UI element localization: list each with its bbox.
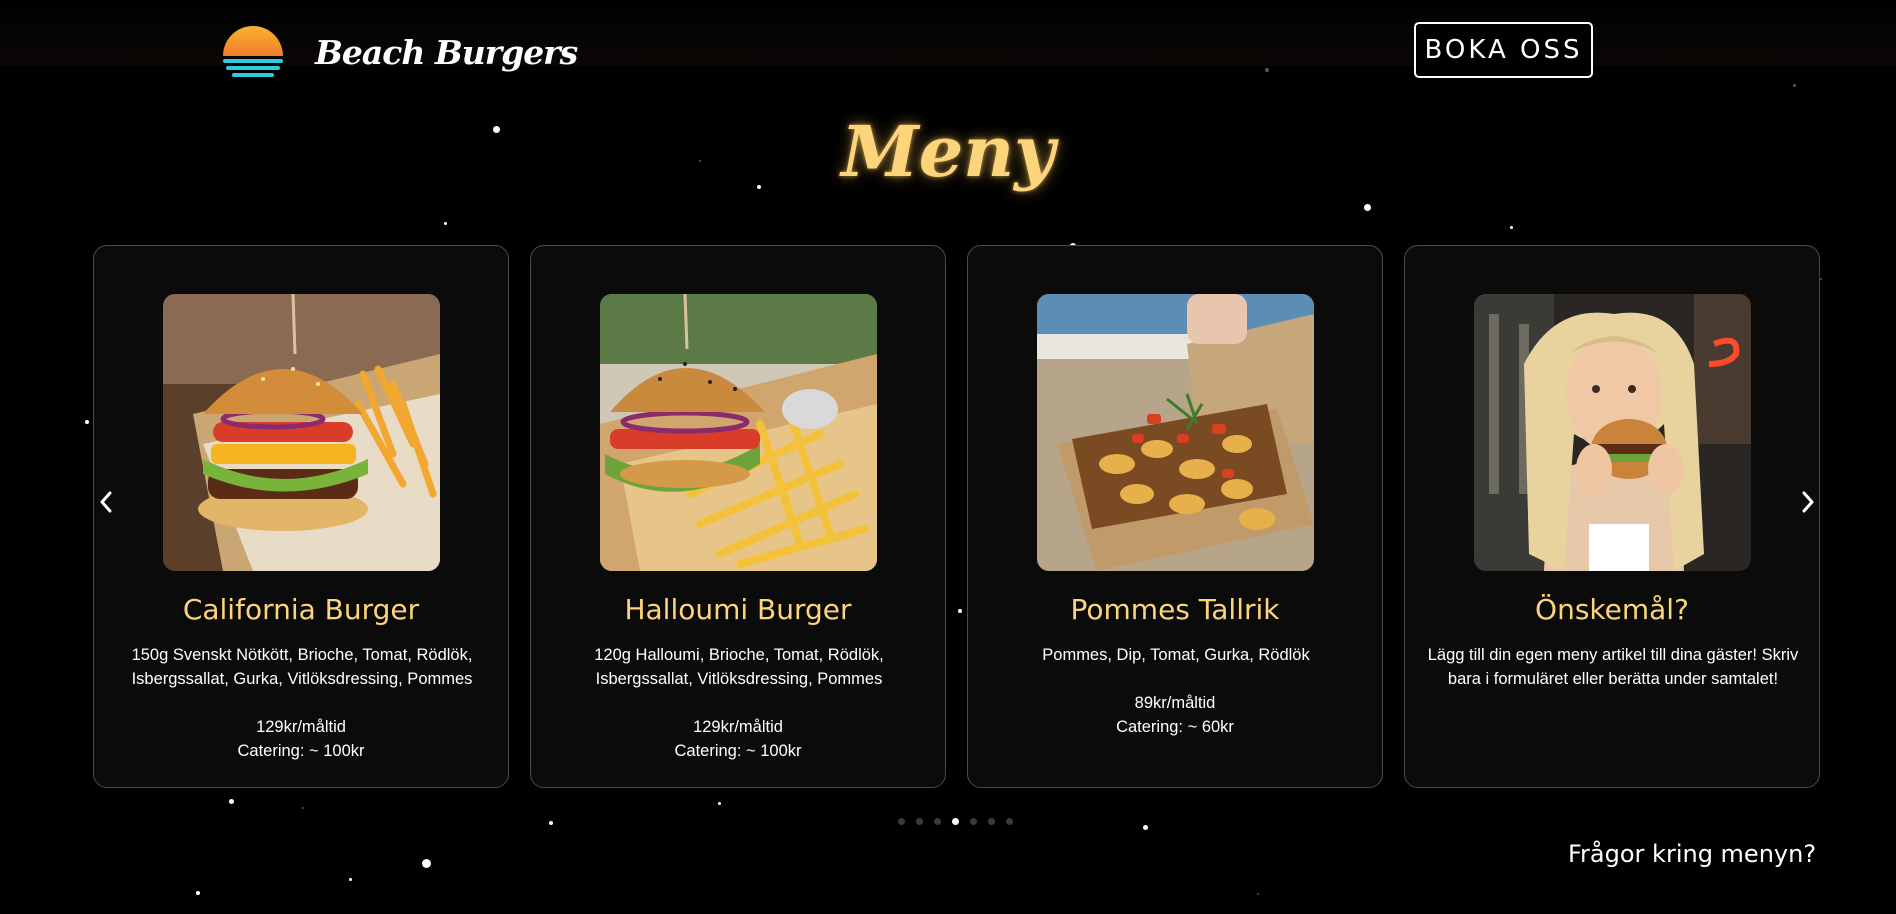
pagination-dot[interactable] bbox=[916, 818, 923, 825]
card-image bbox=[600, 294, 877, 571]
star bbox=[718, 802, 721, 805]
pagination-dot-active[interactable] bbox=[952, 818, 959, 825]
chevron-right-icon bbox=[1802, 491, 1814, 513]
star bbox=[229, 799, 234, 804]
star bbox=[958, 609, 962, 613]
halloumi-burger-photo bbox=[600, 294, 877, 571]
chevron-left-icon bbox=[100, 491, 112, 513]
star bbox=[422, 859, 431, 868]
star bbox=[1257, 893, 1259, 895]
menu-card-custom-request: Önskemål? Lägg till din egen meny artike… bbox=[1404, 245, 1820, 788]
pagination-dot[interactable] bbox=[898, 818, 905, 825]
carousel-next-button[interactable] bbox=[1793, 484, 1823, 520]
card-title: Pommes Tallrik bbox=[1070, 593, 1280, 626]
star bbox=[349, 878, 352, 881]
carousel-pagination bbox=[898, 818, 1013, 825]
card-title: Halloumi Burger bbox=[624, 593, 852, 626]
woman-eating-burger-photo bbox=[1474, 294, 1751, 571]
card-title: California Burger bbox=[182, 593, 420, 626]
carousel-prev-button[interactable] bbox=[91, 484, 121, 520]
pagination-dot[interactable] bbox=[1006, 818, 1013, 825]
brand[interactable]: Beach Burgers bbox=[221, 22, 578, 82]
pagination-dot[interactable] bbox=[988, 818, 995, 825]
menu-card-halloumi-burger: Halloumi Burger 120g Halloumi, Brioche, … bbox=[530, 245, 946, 788]
card-description: Pommes, Dip, Tomat, Gurka, Rödlök bbox=[1042, 646, 1310, 664]
menu-card-california-burger: California Burger 150g Svenskt Nötkött, … bbox=[93, 245, 509, 788]
site-header: Beach Burgers BOKA OSS bbox=[0, 0, 1896, 78]
star bbox=[85, 420, 89, 424]
star bbox=[1793, 84, 1796, 87]
card-title: Önskemål? bbox=[1535, 593, 1689, 626]
star bbox=[444, 222, 447, 225]
star bbox=[549, 821, 553, 825]
pommes-tallrik-photo bbox=[1037, 294, 1314, 571]
card-description: 120g Halloumi, Brioche, Tomat, Rödlök, I… bbox=[594, 646, 884, 688]
star bbox=[1265, 68, 1269, 72]
menu-card-pommes-tallrik: Pommes Tallrik Pommes, Dip, Tomat, Gurka… bbox=[967, 245, 1383, 788]
card-image bbox=[1474, 294, 1751, 571]
page: Beach Burgers BOKA OSS Meny California B… bbox=[0, 0, 1896, 914]
star bbox=[1364, 204, 1371, 211]
star bbox=[1820, 278, 1822, 280]
card-description: 150g Svenskt Nötkött, Brioche, Tomat, Rö… bbox=[131, 646, 473, 688]
card-price: 129kr/måltid bbox=[693, 718, 783, 736]
menu-title: Meny bbox=[841, 110, 1055, 193]
card-catering-price: Catering: ~ 100kr bbox=[674, 742, 802, 760]
card-image bbox=[163, 294, 440, 571]
card-description: Lägg till din egen meny artikel till din… bbox=[1427, 646, 1799, 688]
pagination-dot[interactable] bbox=[934, 818, 941, 825]
card-price: 89kr/måltid bbox=[1134, 694, 1216, 712]
burger-photo bbox=[163, 294, 440, 571]
star bbox=[1510, 226, 1513, 229]
card-price: 129kr/måltid bbox=[256, 718, 346, 736]
card-image bbox=[1037, 294, 1314, 571]
brand-name: Beach Burgers bbox=[315, 32, 578, 72]
star bbox=[302, 807, 304, 809]
book-us-button[interactable]: BOKA OSS bbox=[1414, 22, 1593, 78]
card-catering-price: Catering: ~ 100kr bbox=[237, 742, 365, 760]
sunset-logo-icon bbox=[223, 26, 283, 77]
pagination-dot[interactable] bbox=[970, 818, 977, 825]
card-catering-price: Catering: ~ 60kr bbox=[1116, 718, 1234, 736]
star bbox=[1143, 825, 1148, 830]
menu-faq-link[interactable]: Frågor kring menyn? bbox=[1568, 840, 1816, 868]
star bbox=[196, 891, 200, 895]
